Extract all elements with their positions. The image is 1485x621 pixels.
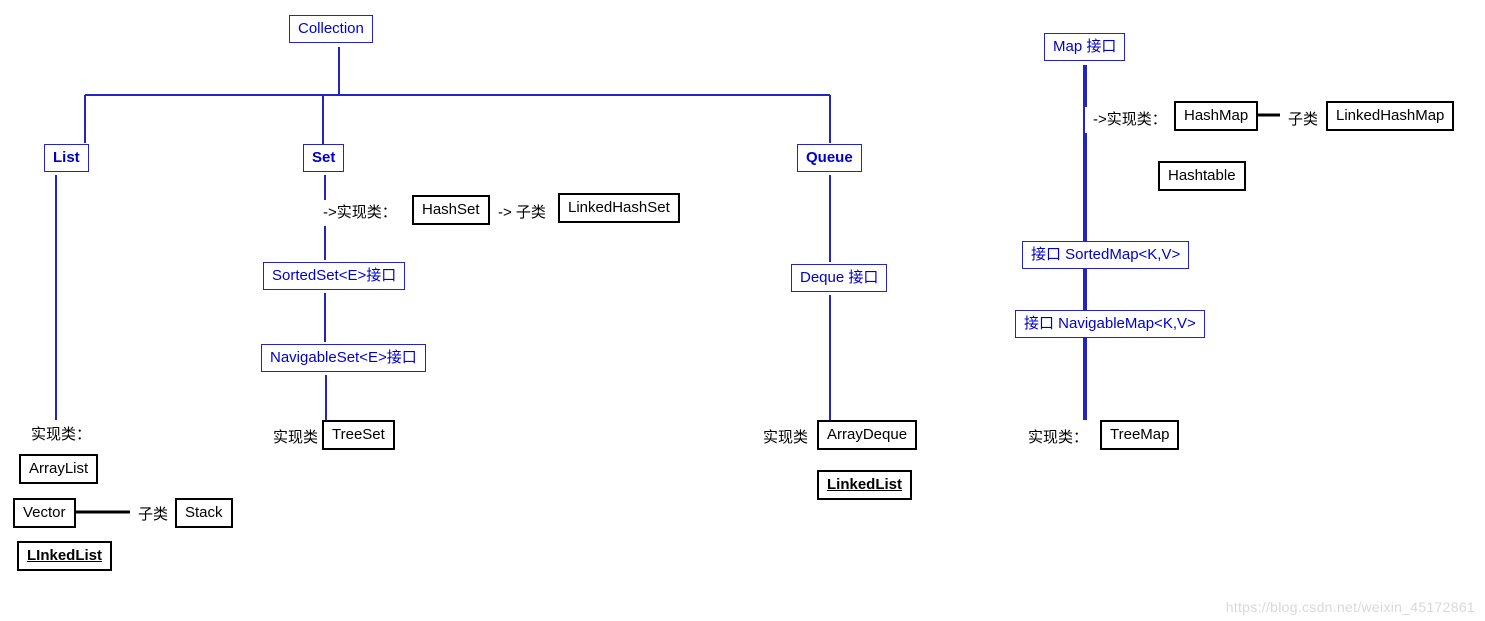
label: Map 接口 (1053, 38, 1116, 55)
label: LInkedList (27, 547, 102, 564)
label: SortedSet<E>接口 (272, 267, 396, 284)
label: ArrayList (29, 460, 88, 477)
node-hashmap: HashMap (1174, 101, 1258, 131)
label-set-sub-arrow: -> 子类 (490, 200, 554, 226)
node-linkedhashmap: LinkedHashMap (1326, 101, 1454, 131)
label: List (53, 149, 80, 166)
node-arraydeque: ArrayDeque (817, 420, 917, 450)
node-list-linkedlist: LInkedList (17, 541, 112, 571)
label: TreeMap (1110, 426, 1169, 443)
text: https://blog.csdn.net/weixin_45172861 (1226, 599, 1475, 615)
label: LinkedList (827, 476, 902, 493)
text: 子类 (138, 506, 168, 523)
node-treeset: TreeSet (322, 420, 395, 450)
label: 接口 NavigableMap<K,V> (1024, 315, 1196, 332)
node-map-interface: Map 接口 (1044, 33, 1125, 61)
node-queue-linkedlist: LinkedList (817, 470, 912, 500)
text: ->实现类： (1093, 111, 1167, 128)
text: 实现类 (763, 429, 808, 446)
node-linkedhashset: LinkedHashSet (558, 193, 680, 223)
label: Stack (185, 504, 223, 521)
node-deque: Deque 接口 (791, 264, 887, 292)
node-queue: Queue (797, 144, 862, 172)
label: Set (312, 149, 335, 166)
label-set-impl: 实现类 (265, 425, 326, 451)
label: Collection (298, 20, 364, 37)
label-map-impl: 实现类： (1020, 425, 1096, 451)
node-navigablemap: 接口 NavigableMap<K,V> (1015, 310, 1205, 338)
label-queue-impl: 实现类 (755, 425, 816, 451)
label: Hashtable (1168, 167, 1236, 184)
node-stack: Stack (175, 498, 233, 528)
text: ->实现类： (323, 204, 397, 221)
label: Deque 接口 (800, 269, 878, 286)
node-set: Set (303, 144, 344, 172)
label: 接口 SortedMap<K,V> (1031, 246, 1180, 263)
label-set-impl-arrow: ->实现类： (315, 200, 405, 226)
node-treemap: TreeMap (1100, 420, 1179, 450)
node-arraylist: ArrayList (19, 454, 98, 484)
text: 子类 (1288, 111, 1318, 128)
label-list-impl: 实现类： (23, 422, 99, 448)
node-navigableset: NavigableSet<E>接口 (261, 344, 426, 372)
label: Queue (806, 149, 853, 166)
text: 实现类： (31, 426, 91, 443)
node-sortedmap: 接口 SortedMap<K,V> (1022, 241, 1189, 269)
label: LinkedHashSet (568, 199, 670, 216)
node-vector: Vector (13, 498, 76, 528)
node-collection: Collection (289, 15, 373, 43)
label: ArrayDeque (827, 426, 907, 443)
label-vector-subclass: 子类 (130, 502, 176, 528)
text: -> 子类 (498, 204, 546, 221)
label: TreeSet (332, 426, 385, 443)
watermark: https://blog.csdn.net/weixin_45172861 (1226, 599, 1475, 615)
text: 实现类： (1028, 429, 1088, 446)
label: NavigableSet<E>接口 (270, 349, 417, 366)
label-map-impl-arrow: ->实现类： (1085, 107, 1175, 133)
label: Vector (23, 504, 66, 521)
node-sortedset: SortedSet<E>接口 (263, 262, 405, 290)
text: 实现类 (273, 429, 318, 446)
label: HashMap (1184, 107, 1248, 124)
node-hashset: HashSet (412, 195, 490, 225)
label: HashSet (422, 201, 480, 218)
label: LinkedHashMap (1336, 107, 1444, 124)
label-map-subclass: 子类 (1280, 107, 1326, 133)
node-hashtable: Hashtable (1158, 161, 1246, 191)
node-list: List (44, 144, 89, 172)
